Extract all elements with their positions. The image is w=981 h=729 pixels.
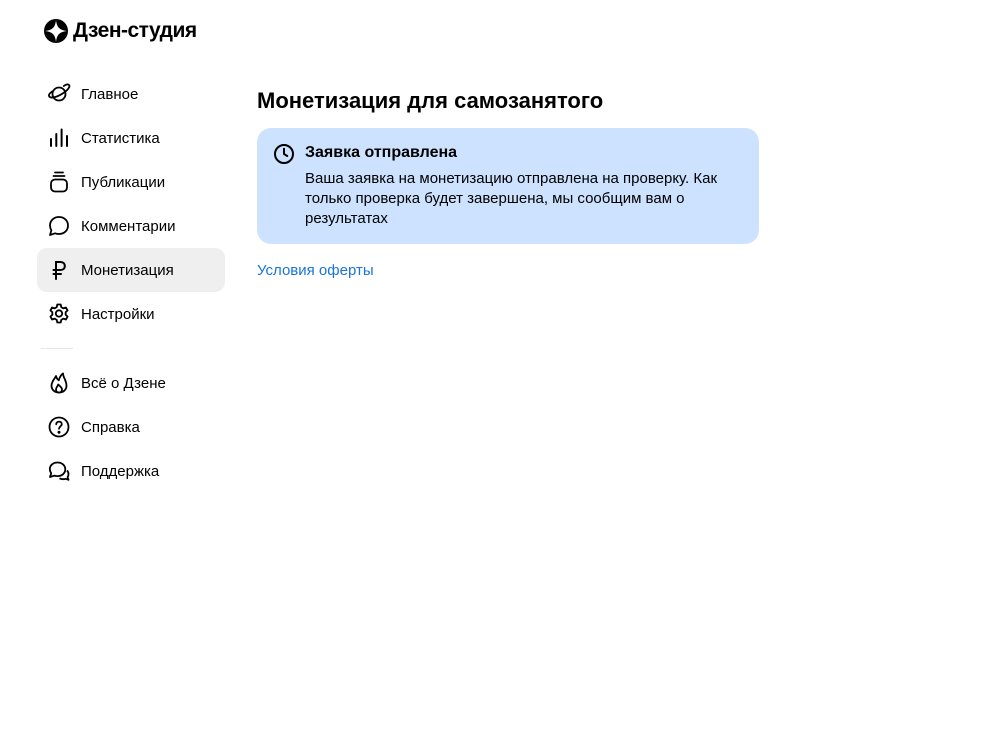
publications-icon	[47, 170, 71, 194]
ruble-icon	[47, 258, 71, 282]
offer-terms-link[interactable]: Условия оферты	[257, 262, 374, 279]
sidebar-item-settings[interactable]: Настройки	[37, 292, 225, 336]
sidebar-item-label: Всё о Дзене	[81, 374, 166, 392]
sidebar-item-label: Главное	[81, 85, 139, 103]
sidebar-item-support[interactable]: Поддержка	[37, 449, 225, 493]
bar-chart-icon	[47, 126, 71, 150]
sidebar-item-about-zen[interactable]: Всё о Дзене	[37, 361, 225, 405]
notice-title: Заявка отправлена	[305, 144, 458, 161]
sidebar-item-statistics[interactable]: Статистика	[37, 116, 225, 160]
sidebar-item-label: Настройки	[81, 305, 155, 323]
help-icon	[47, 415, 71, 439]
sidebar-item-label: Справка	[81, 418, 140, 436]
sidebar-item-monetization[interactable]: Монетизация	[37, 248, 225, 292]
flame-icon	[47, 371, 71, 395]
logo[interactable]: Дзен-студия	[44, 18, 197, 44]
sidebar: Главное Статистика Публикации Комментари…	[37, 72, 225, 493]
page-title: Монетизация для самозанятого	[257, 88, 604, 113]
sidebar-item-comments[interactable]: Комментарии	[37, 204, 225, 248]
sidebar-item-label: Публикации	[81, 173, 166, 191]
sidebar-item-label: Статистика	[81, 129, 160, 147]
comment-icon	[47, 214, 71, 238]
notice-text: Ваша заявка на монетизацию отправлена на…	[305, 170, 718, 227]
sidebar-divider	[41, 348, 73, 349]
notice-body: Заявка отправлена Ваша заявка на монетиз…	[305, 142, 743, 230]
sidebar-item-publications[interactable]: Публикации	[37, 160, 225, 204]
sidebar-item-help[interactable]: Справка	[37, 405, 225, 449]
logo-text: Дзен-студия	[73, 19, 197, 42]
planet-icon	[47, 82, 71, 106]
clock-icon	[273, 143, 295, 165]
gear-icon	[47, 302, 71, 326]
status-notice: Заявка отправлена Ваша заявка на монетиз…	[257, 128, 759, 244]
support-chat-icon	[47, 459, 71, 483]
sidebar-item-main[interactable]: Главное	[37, 72, 225, 116]
sidebar-item-label: Комментарии	[81, 217, 176, 235]
sidebar-item-label: Поддержка	[81, 462, 160, 480]
zen-logo-icon	[44, 19, 68, 43]
main-content: Монетизация для самозанятого Заявка отпр…	[257, 86, 759, 280]
sidebar-item-label: Монетизация	[81, 261, 174, 279]
